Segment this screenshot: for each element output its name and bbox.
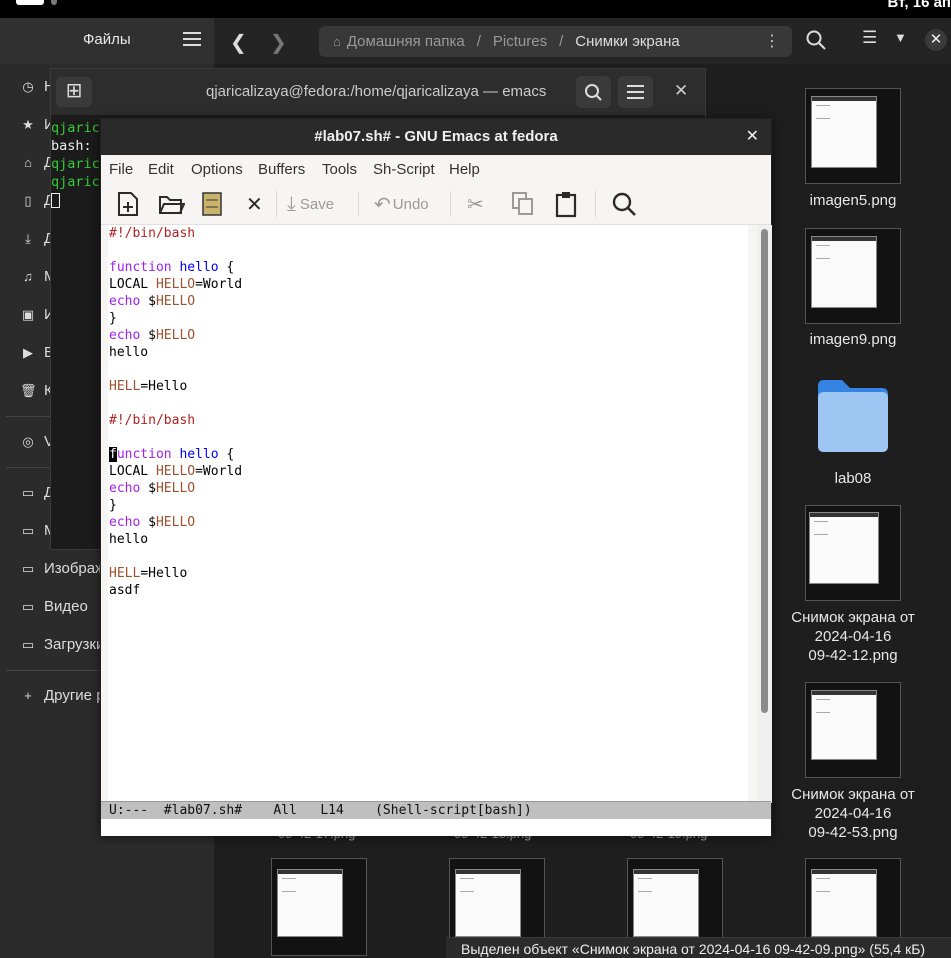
close-icon[interactable]: ✕: [746, 119, 759, 154]
list-view-icon[interactable]: ☰: [862, 28, 877, 48]
file-label[interactable]: Снимок экрана от 2024-04-16 09-42-12.png: [786, 608, 920, 665]
files-title: Файлы: [83, 31, 131, 48]
picture-icon: ▣: [21, 306, 35, 322]
sidebar-item-other-locations[interactable]: + Другие р: [20, 687, 104, 704]
open-folder-icon[interactable]: [157, 190, 185, 218]
plus-icon: +: [24, 688, 32, 703]
sidebar-item-videos[interactable]: ▶ В: [20, 344, 54, 361]
undo-icon: ↶: [374, 193, 391, 216]
hamburger-icon[interactable]: [618, 76, 653, 108]
copy-icon[interactable]: [510, 190, 536, 218]
text-cursor: f: [109, 447, 117, 462]
video-icon: ▶: [23, 344, 33, 360]
file-thumbnail[interactable]: [805, 228, 901, 324]
menu-options[interactable]: Options: [191, 161, 243, 178]
chevron-down-icon[interactable]: ▼: [894, 30, 907, 45]
close-icon[interactable]: ✕: [674, 81, 688, 101]
folder-icon: ▭: [21, 522, 35, 538]
menu-sh-script[interactable]: Sh-Script: [373, 161, 435, 178]
activities-indicator[interactable]: [16, 0, 44, 5]
top-bar: Вт, 16 ап: [0, 0, 951, 18]
clock[interactable]: Вт, 16 ап: [888, 0, 951, 11]
sidebar-item-drive[interactable]: ◎ V: [20, 433, 54, 450]
path-home[interactable]: Домашняя папка: [347, 33, 465, 50]
file-thumbnail[interactable]: [805, 682, 901, 778]
new-tab-icon[interactable]: ⊞: [56, 77, 92, 107]
path-pictures[interactable]: Pictures: [493, 33, 547, 50]
file-label[interactable]: imagen9.png: [790, 330, 916, 349]
folder-icon: ▭: [21, 636, 35, 652]
trash-icon: 🗑: [20, 382, 37, 398]
editor-buffer[interactable]: #!/bin/bash function hello { LOCAL HELLO…: [108, 225, 748, 803]
forward-icon[interactable]: ❯: [270, 30, 287, 55]
vertical-scrollbar[interactable]: [757, 225, 772, 803]
selection-status: Выделен объект «Снимок экрана от 2024-04…: [446, 937, 951, 958]
sidebar-item-trash[interactable]: 🗑 К: [20, 382, 53, 399]
menu-tools[interactable]: Tools: [322, 161, 357, 178]
path-bar[interactable]: ⌂ Домашняя папка / Pictures / Снимки экр…: [319, 26, 792, 57]
sidebar-bookmark-images[interactable]: ▭ Изображ: [20, 560, 105, 577]
disc-icon: ◎: [22, 433, 34, 449]
close-icon[interactable]: ✕: [925, 29, 947, 51]
path-screenshots[interactable]: Снимки экрана: [575, 33, 679, 50]
search-icon[interactable]: [805, 28, 827, 52]
file-thumbnail[interactable]: [805, 88, 901, 184]
workspace-dot[interactable]: [51, 0, 57, 5]
emacs-title: #lab07.sh# - GNU Emacs at fedora: [101, 119, 771, 155]
search-icon[interactable]: [576, 76, 611, 108]
music-icon: ♫: [23, 269, 33, 284]
save-icon: ⤓: [287, 192, 296, 215]
file-thumbnail[interactable]: [271, 858, 367, 956]
hamburger-icon[interactable]: [183, 32, 201, 48]
new-file-icon[interactable]: [115, 190, 141, 218]
search-icon[interactable]: [611, 190, 637, 218]
menu-help[interactable]: Help: [449, 161, 480, 178]
home-icon: ⌂: [333, 34, 341, 49]
file-label[interactable]: lab08: [790, 469, 916, 488]
scrollbar-thumb[interactable]: [761, 229, 768, 713]
terminal-title: qjaricalizaya@fedora:/home/qjaricalizaya…: [206, 83, 547, 100]
terminal-output[interactable]: qjaric bash: qjaric qjaric: [51, 119, 100, 209]
save-button[interactable]: ⤓ Save: [287, 190, 334, 218]
emacs-toolbar: ✕ ⤓ Save ↶ Undo ✂: [101, 183, 771, 225]
echo-area[interactable]: [101, 819, 771, 836]
emacs-window[interactable]: #lab07.sh# - GNU Emacs at fedora ✕ File …: [100, 118, 772, 836]
sidebar-bookmark-downloads[interactable]: ▭ Загрузки: [20, 636, 105, 653]
close-buffer-icon[interactable]: ✕: [246, 190, 263, 218]
home-icon: ⌂: [24, 155, 32, 170]
sidebar-bookmark-video[interactable]: ▭ Видео: [20, 598, 88, 615]
open-directory-icon[interactable]: [201, 190, 223, 218]
star-icon: ★: [22, 116, 34, 132]
undo-button[interactable]: ↶ Undo: [374, 190, 429, 218]
folder-icon: ▭: [21, 560, 35, 576]
back-icon[interactable]: ❮: [230, 30, 247, 55]
menu-edit[interactable]: Edit: [148, 161, 174, 178]
emacs-menubar: File Edit Options Buffers Tools Sh-Scrip…: [101, 155, 771, 183]
paste-icon[interactable]: [554, 190, 578, 218]
download-icon: ⤓: [25, 230, 31, 246]
folder-icon: ▭: [21, 484, 35, 500]
terminal-cursor: [51, 192, 60, 208]
cut-icon[interactable]: ✂: [467, 190, 484, 218]
menu-buffers[interactable]: Buffers: [258, 161, 305, 178]
mode-line: U:--- #lab07.sh# All L14 (Shell-script[b…: [101, 801, 771, 819]
more-options-icon[interactable]: ⋮: [764, 31, 780, 51]
code-text: #!/bin/bash function hello { LOCAL HELLO…: [109, 226, 243, 598]
document-icon: ▯: [24, 192, 32, 208]
folder-icon[interactable]: [814, 376, 892, 454]
clock-icon: ◷: [22, 78, 34, 94]
folder-icon: ▭: [21, 598, 35, 614]
file-thumbnail[interactable]: [805, 505, 901, 601]
file-label[interactable]: imagen5.png: [790, 191, 916, 210]
file-label[interactable]: Снимок экрана от 2024-04-16 09-42-53.png: [786, 785, 920, 842]
menu-file[interactable]: File: [109, 161, 133, 178]
